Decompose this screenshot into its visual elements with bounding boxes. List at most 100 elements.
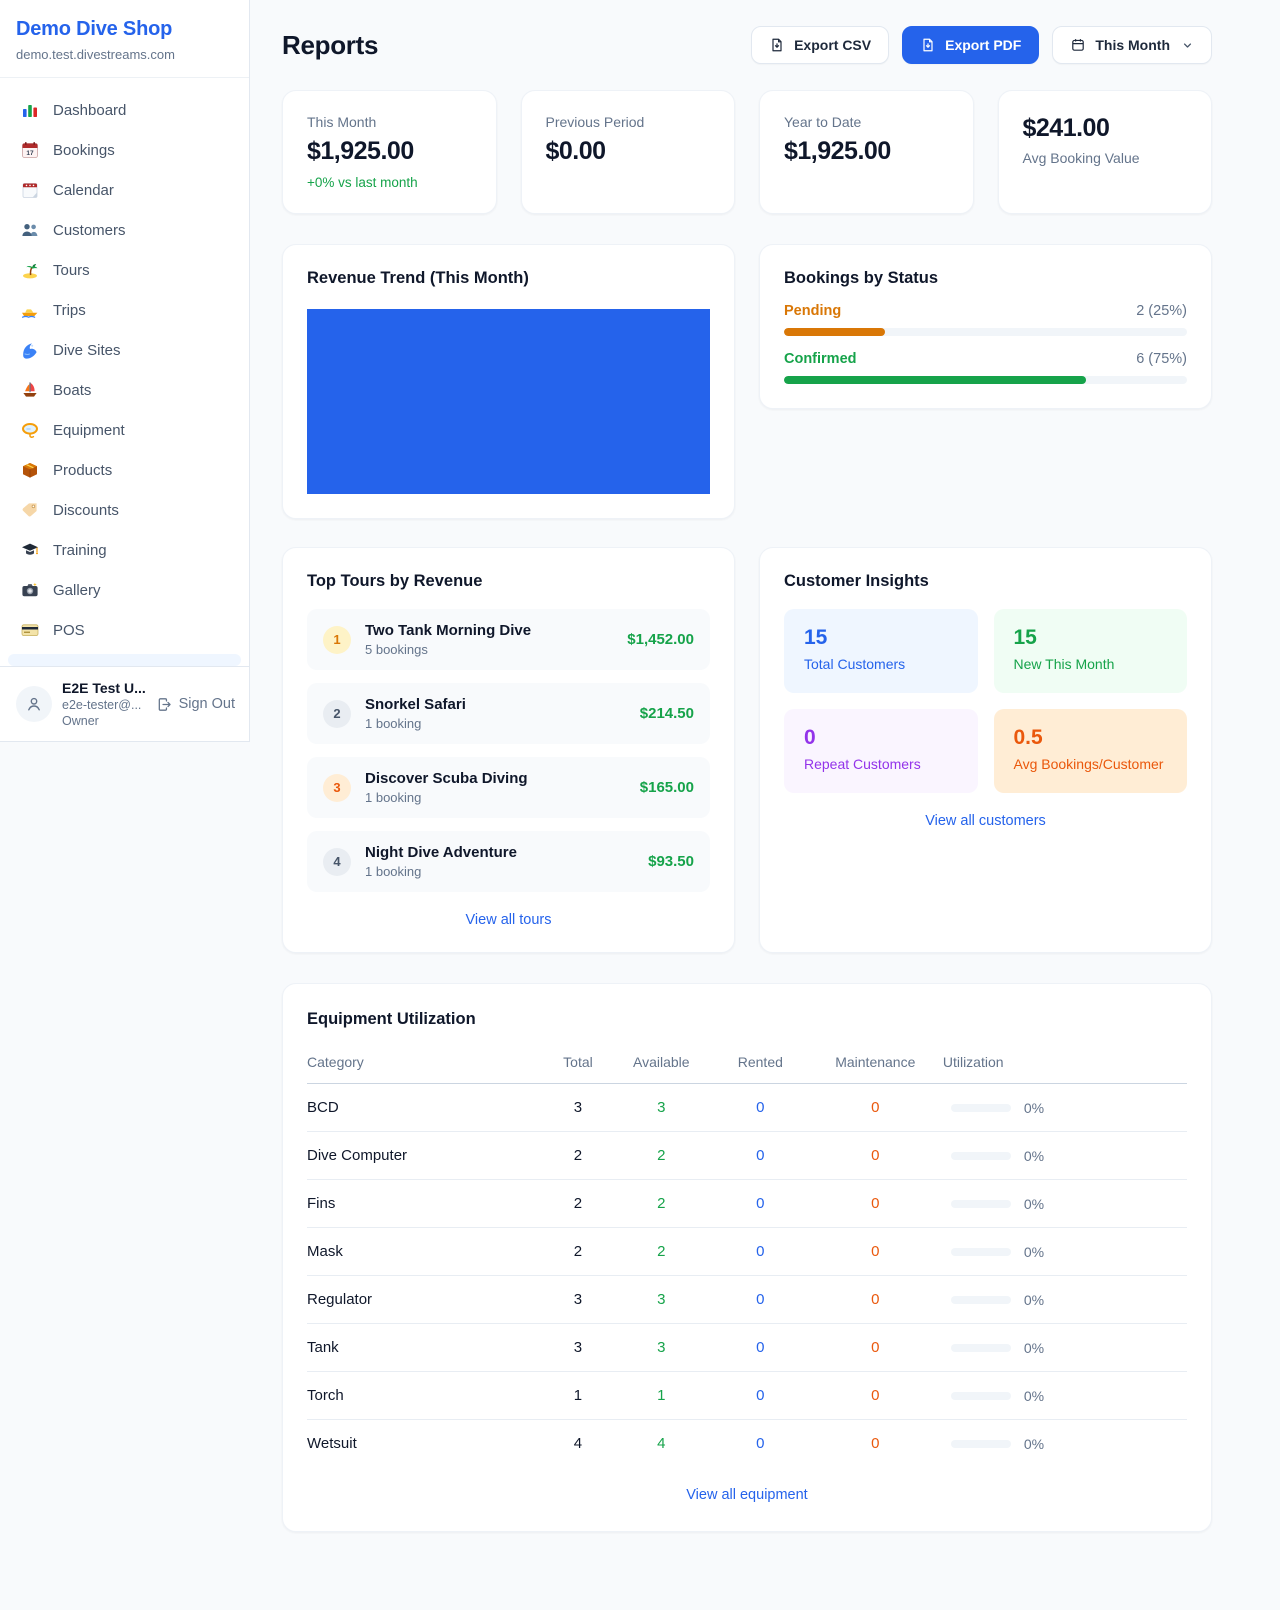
- cell-category: Torch: [307, 1372, 542, 1420]
- utilization-indicator: 0%: [947, 1244, 1179, 1260]
- sign-out-button[interactable]: Sign Out: [156, 696, 235, 713]
- sidebar-nav: Dashboard17BookingsCalendarCustomersTour…: [0, 78, 249, 650]
- insight-label: Total Customers: [804, 656, 958, 672]
- period-dropdown[interactable]: This Month: [1052, 26, 1212, 64]
- equipment-utilization-card: Equipment Utilization CategoryTotalAvail…: [282, 983, 1212, 1532]
- sidebar-item-customers[interactable]: Customers: [8, 210, 241, 250]
- user-info: E2E Test U... e2e-tester@... Owner: [62, 680, 146, 728]
- revenue-trend-card: Revenue Trend (This Month): [282, 244, 735, 519]
- cell-category: Dive Computer: [307, 1132, 542, 1180]
- cell-rented: 0: [709, 1228, 812, 1276]
- user-avatar-icon: [24, 694, 44, 714]
- tour-name: Snorkel Safari: [365, 696, 626, 713]
- cell-available: 2: [614, 1132, 709, 1180]
- sidebar: Demo Dive Shop demo.test.divestreams.com…: [0, 0, 250, 742]
- dashboard-icon: [20, 100, 40, 120]
- stat-cards: This Month $1,925.00 +0% vs last month P…: [282, 90, 1212, 214]
- status-label: Confirmed: [784, 351, 857, 367]
- stat-value: $241.00: [1023, 114, 1188, 143]
- sidebar-item-label: Dive Sites: [53, 342, 121, 359]
- cell-available: 3: [614, 1276, 709, 1324]
- cell-utilization: 0%: [939, 1084, 1187, 1132]
- cell-available: 4: [614, 1420, 709, 1468]
- cell-total: 2: [542, 1132, 613, 1180]
- table-row: Fins22000%: [307, 1180, 1187, 1228]
- export-csv-button[interactable]: Export CSV: [751, 26, 889, 64]
- tour-name: Discover Scuba Diving: [365, 770, 626, 787]
- stat-value: $0.00: [546, 137, 711, 166]
- insight-tile-new-this-month: 15New This Month: [994, 609, 1188, 693]
- sidebar-item-tours[interactable]: Tours: [8, 250, 241, 290]
- sidebar-item-equipment[interactable]: Equipment: [8, 410, 241, 450]
- customer-insights-title: Customer Insights: [784, 572, 1187, 591]
- calendar-icon: [20, 180, 40, 200]
- export-pdf-label: Export PDF: [945, 37, 1021, 53]
- utilization-text: 0%: [1024, 1196, 1044, 1212]
- column-header-total: Total: [542, 1044, 613, 1084]
- sidebar-item-gallery[interactable]: Gallery: [8, 570, 241, 610]
- status-row-pending: Pending2 (25%): [784, 303, 1187, 336]
- utilization-indicator: 0%: [947, 1148, 1179, 1164]
- sidebar-item-dive-sites[interactable]: Dive Sites: [8, 330, 241, 370]
- sidebar-item-discounts[interactable]: Discounts: [8, 490, 241, 530]
- cell-category: Regulator: [307, 1276, 542, 1324]
- status-label: Pending: [784, 303, 841, 319]
- tours-icon: [20, 260, 40, 280]
- cell-maintenance: 0: [812, 1420, 939, 1468]
- sidebar-item-label: Equipment: [53, 422, 125, 439]
- column-header-available: Available: [614, 1044, 709, 1084]
- cell-total: 3: [542, 1276, 613, 1324]
- utilization-text: 0%: [1024, 1436, 1044, 1452]
- cell-available: 2: [614, 1228, 709, 1276]
- status-bar-fill: [784, 376, 1086, 384]
- utilization-bar: [951, 1248, 1011, 1256]
- avatar: [16, 686, 52, 722]
- page-title: Reports: [282, 30, 378, 61]
- export-pdf-button[interactable]: Export PDF: [902, 26, 1039, 64]
- lists-row: Top Tours by Revenue 1Two Tank Morning D…: [282, 547, 1212, 953]
- status-rows: Pending2 (25%) Confirmed 6 (75%): [784, 303, 1187, 384]
- bookings-icon: 17: [20, 140, 40, 160]
- utilization-indicator: 0%: [947, 1292, 1179, 1308]
- sidebar-item-bookings[interactable]: 17Bookings: [8, 130, 241, 170]
- cell-utilization: 0%: [939, 1372, 1187, 1420]
- view-all-customers-link[interactable]: View all customers: [784, 813, 1187, 829]
- tour-row: 4Night Dive Adventure1 booking$93.50: [307, 831, 710, 892]
- cell-available: 3: [614, 1084, 709, 1132]
- calendar-small-icon: [1070, 37, 1086, 53]
- tour-revenue: $165.00: [640, 779, 694, 796]
- sidebar-item-trips[interactable]: Trips: [8, 290, 241, 330]
- sidebar-item-calendar[interactable]: Calendar: [8, 170, 241, 210]
- tour-bookings: 1 booking: [365, 790, 626, 805]
- insight-label: Avg Bookings/Customer: [1014, 756, 1168, 772]
- stat-label: Previous Period: [546, 114, 711, 130]
- view-all-tours-link[interactable]: View all tours: [307, 912, 710, 928]
- pos-icon: [20, 620, 40, 640]
- status-count: 6 (75%): [1136, 351, 1187, 367]
- sidebar-item-pos[interactable]: POS: [8, 610, 241, 650]
- sidebar-item-label: POS: [53, 622, 85, 639]
- sidebar-item-training[interactable]: Training: [8, 530, 241, 570]
- tour-row: 1Two Tank Morning Dive5 bookings$1,452.0…: [307, 609, 710, 670]
- shop-domain: demo.test.divestreams.com: [16, 47, 233, 62]
- column-header-category: Category: [307, 1044, 542, 1084]
- customer-insights-card: Customer Insights 15Total Customers15New…: [759, 547, 1212, 953]
- sidebar-item-dashboard[interactable]: Dashboard: [8, 90, 241, 130]
- view-all-equipment-link[interactable]: View all equipment: [307, 1487, 1187, 1503]
- utilization-indicator: 0%: [947, 1196, 1179, 1212]
- table-row: Tank33000%: [307, 1324, 1187, 1372]
- status-bar-track: [784, 376, 1187, 384]
- sidebar-item-products[interactable]: Products: [8, 450, 241, 490]
- cell-maintenance: 0: [812, 1276, 939, 1324]
- cell-maintenance: 0: [812, 1372, 939, 1420]
- sidebar-item-active-partial[interactable]: [8, 654, 241, 666]
- sidebar-item-label: Gallery: [53, 582, 101, 599]
- sidebar-item-boats[interactable]: Boats: [8, 370, 241, 410]
- tour-revenue: $93.50: [648, 853, 694, 870]
- tour-info: Night Dive Adventure1 booking: [365, 844, 634, 879]
- cell-rented: 0: [709, 1372, 812, 1420]
- cell-total: 2: [542, 1180, 613, 1228]
- utilization-text: 0%: [1024, 1148, 1044, 1164]
- gallery-icon: [20, 580, 40, 600]
- insight-value: 0.5: [1014, 726, 1168, 750]
